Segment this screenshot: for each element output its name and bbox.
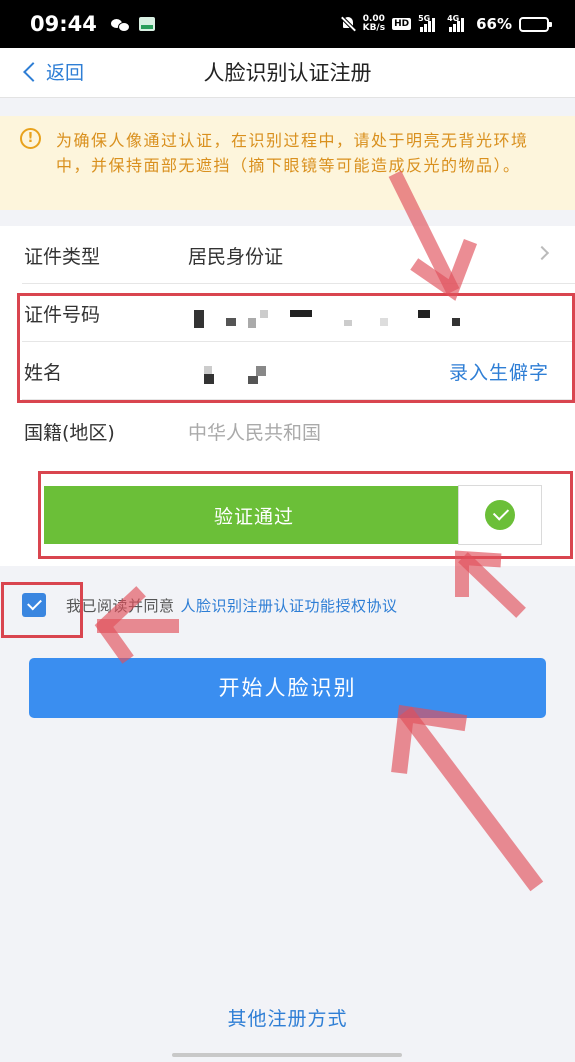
annotation-arrow-button [398,706,544,892]
annotation-arrows [94,170,544,892]
annotation-arrow-verify [458,552,526,618]
